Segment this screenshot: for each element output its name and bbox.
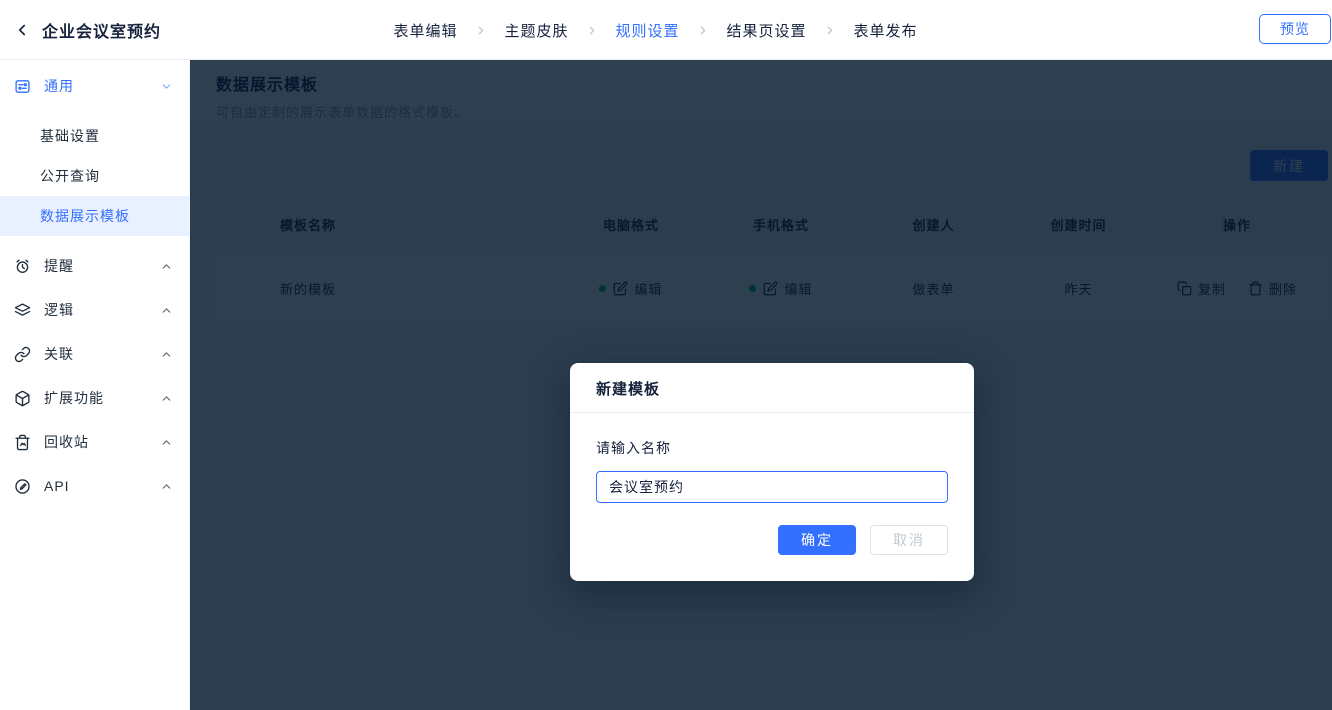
chevron-up-icon bbox=[160, 436, 173, 449]
breadcrumb: 表单编辑 主题皮肤 规则设置 结果页设置 表单发布 bbox=[393, 0, 917, 60]
app-title: 企业会议室预约 bbox=[42, 18, 161, 42]
name-input[interactable] bbox=[596, 471, 948, 503]
preview-button[interactable]: 预览 bbox=[1259, 14, 1331, 44]
sidebar-item-label: 基础设置 bbox=[40, 126, 100, 146]
trash-icon bbox=[14, 434, 31, 451]
modal-footer: 确定 取消 bbox=[570, 503, 974, 581]
sidebar-group-label: 回收站 bbox=[44, 432, 89, 452]
alarm-icon bbox=[14, 258, 31, 275]
confirm-button[interactable]: 确定 bbox=[778, 525, 856, 555]
chevron-down-icon bbox=[160, 80, 173, 93]
layers-icon bbox=[14, 302, 31, 319]
chevron-right-icon bbox=[824, 24, 837, 37]
sidebar-group-label: 扩展功能 bbox=[44, 388, 104, 408]
cube-icon bbox=[14, 390, 31, 407]
top-header: 企业会议室预约 表单编辑 主题皮肤 规则设置 结果页设置 表单发布 预览 bbox=[0, 0, 1332, 60]
sidebar-group-api[interactable]: API bbox=[0, 464, 189, 508]
sidebar-group-label: 逻辑 bbox=[44, 300, 74, 320]
chevron-up-icon bbox=[160, 260, 173, 273]
chevron-up-icon bbox=[160, 480, 173, 493]
chevron-left-icon bbox=[13, 21, 31, 39]
chevron-right-icon bbox=[697, 24, 710, 37]
sidebar-group-label: 通用 bbox=[44, 76, 74, 96]
sidebar-group-logic[interactable]: 逻辑 bbox=[0, 288, 189, 332]
sidebar-group-label: 提醒 bbox=[44, 256, 74, 276]
step-form-publish[interactable]: 表单发布 bbox=[854, 20, 918, 41]
settings-card-icon bbox=[14, 78, 31, 95]
sidebar-group-label: API bbox=[44, 478, 70, 494]
modal-title: 新建模板 bbox=[570, 363, 974, 413]
pen-circle-icon bbox=[14, 478, 31, 495]
sidebar-group-label: 关联 bbox=[44, 344, 74, 364]
sidebar-item-label: 公开查询 bbox=[40, 166, 100, 186]
cancel-button[interactable]: 取消 bbox=[870, 525, 948, 555]
step-form-edit[interactable]: 表单编辑 bbox=[393, 20, 457, 41]
sidebar-group-reminder[interactable]: 提醒 bbox=[0, 244, 189, 288]
sidebar-group-relation[interactable]: 关联 bbox=[0, 332, 189, 376]
sidebar-item-label: 数据展示模板 bbox=[40, 206, 130, 226]
header-left: 企业会议室预约 bbox=[0, 18, 161, 42]
sidebar-group-general[interactable]: 通用 bbox=[0, 66, 189, 106]
chevron-right-icon bbox=[586, 24, 599, 37]
sidebar-group-extensions[interactable]: 扩展功能 bbox=[0, 376, 189, 420]
step-rule-settings[interactable]: 规则设置 bbox=[616, 20, 680, 41]
chevron-up-icon bbox=[160, 348, 173, 361]
sidebar-general-children: 基础设置 公开查询 数据展示模板 bbox=[0, 116, 189, 236]
back-button[interactable] bbox=[10, 18, 34, 42]
chevron-right-icon bbox=[474, 24, 487, 37]
new-template-modal: 新建模板 请输入名称 确定 取消 bbox=[570, 363, 974, 581]
step-result-page[interactable]: 结果页设置 bbox=[727, 20, 807, 41]
link-icon bbox=[14, 346, 31, 363]
chevron-up-icon bbox=[160, 304, 173, 317]
chevron-up-icon bbox=[160, 392, 173, 405]
sidebar-item-data-display-template[interactable]: 数据展示模板 bbox=[0, 196, 189, 236]
sidebar-item-public-query[interactable]: 公开查询 bbox=[0, 156, 189, 196]
sidebar: 通用 基础设置 公开查询 数据展示模板 提醒 逻辑 bbox=[0, 60, 190, 710]
sidebar-group-recycle-bin[interactable]: 回收站 bbox=[0, 420, 189, 464]
step-theme-skin[interactable]: 主题皮肤 bbox=[504, 20, 568, 41]
modal-body: 请输入名称 bbox=[570, 413, 974, 503]
sidebar-item-basic-settings[interactable]: 基础设置 bbox=[0, 116, 189, 156]
name-field-label: 请输入名称 bbox=[596, 438, 948, 458]
